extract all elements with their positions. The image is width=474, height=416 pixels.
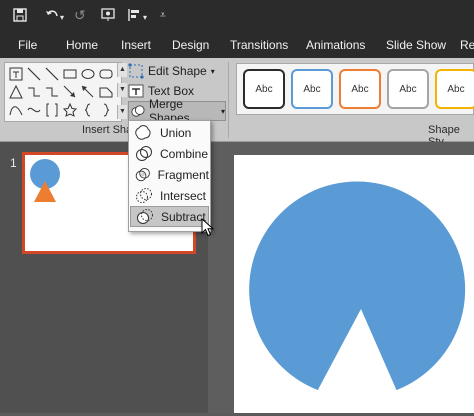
menu-item-label: Subtract [161, 209, 206, 224]
menu-item-union[interactable]: Union [130, 122, 209, 143]
tab-slide-show[interactable]: Slide Show [386, 38, 446, 52]
subtracted-shape[interactable] [234, 155, 474, 413]
slide-editor[interactable] [234, 155, 474, 413]
shape-styles-gallery[interactable]: Abc Abc Abc Abc Abc [236, 63, 474, 115]
ribbon-tabs: File Home Insert Design Transitions Anim… [0, 30, 474, 58]
tab-animations[interactable]: Animations [306, 38, 365, 52]
undo-icon[interactable] [44, 7, 60, 26]
present-icon[interactable] [100, 7, 116, 26]
save-icon[interactable] [12, 7, 28, 26]
rectangle-shape-icon[interactable] [63, 67, 77, 81]
shape-style-swatch[interactable]: Abc [243, 69, 285, 109]
oval-shape-icon[interactable] [81, 67, 95, 81]
menu-item-subtract[interactable]: Subtract [130, 206, 209, 227]
gallery-scroll-down-icon[interactable]: ▼ [117, 83, 127, 97]
merge-shapes-icon [131, 105, 145, 117]
tab-file[interactable]: File [18, 38, 37, 52]
elbow-connector-shape-icon[interactable] [27, 85, 41, 99]
arrow-shape-icon[interactable] [81, 85, 95, 99]
curve-shape-icon[interactable] [27, 103, 41, 117]
combine-icon [136, 145, 152, 161]
shapes-gallery[interactable]: ▲ ▼ ▼ [4, 62, 127, 122]
shape-style-swatch[interactable]: Abc [339, 69, 381, 109]
text-box-icon [128, 84, 144, 98]
rounded-rectangle-shape-icon[interactable] [99, 67, 113, 81]
menu-item-intersect[interactable]: Intersect [130, 185, 209, 206]
subtract-icon [137, 208, 153, 224]
bracket-shape-icon[interactable] [45, 103, 59, 117]
undo-dropdown-icon[interactable]: ▾ [60, 10, 64, 26]
brace-shape-icon[interactable] [99, 103, 113, 117]
elbow-connector-shape-icon[interactable] [45, 85, 59, 99]
union-icon [135, 124, 151, 140]
shape-style-swatch[interactable]: Abc [387, 69, 429, 109]
menu-item-fragment[interactable]: Fragment [130, 164, 209, 185]
edit-shape-button[interactable]: Edit Shape ▾ [128, 61, 215, 81]
tab-home[interactable]: Home [66, 38, 98, 52]
brace-shape-icon[interactable] [81, 103, 95, 117]
menu-item-label: Intersect [160, 188, 207, 203]
layout-dropdown-icon[interactable]: ▾ [143, 10, 147, 26]
menu-item-label: Union [160, 125, 192, 140]
customize-icon[interactable]: ⩡ [160, 8, 166, 24]
curve-shape-icon[interactable] [9, 103, 23, 117]
triangle-shape-icon[interactable] [9, 85, 23, 99]
tab-transitions[interactable]: Transitions [230, 38, 288, 52]
gallery-more-icon[interactable]: ▼ [117, 105, 127, 119]
ribbon: ▲ ▼ ▼ Edit Shape ▾ Text Box Merge Shapes… [0, 58, 474, 148]
chevron-down-icon: ▾ [220, 106, 225, 116]
menu-item-label: Fragment [157, 167, 209, 182]
tab-review[interactable]: Re [460, 38, 474, 52]
shape-style-swatch[interactable]: Abc [291, 69, 333, 109]
insert-shapes-group-label: Insert Sha [82, 124, 133, 136]
edit-shape-label: Edit Shape [148, 64, 207, 78]
line-shape-icon[interactable] [27, 67, 41, 81]
star-shape-icon[interactable] [63, 103, 77, 117]
menu-item-combine[interactable]: Combine [130, 143, 209, 164]
gallery-scroll-up-icon[interactable]: ▲ [117, 63, 127, 77]
mouse-cursor-icon [201, 218, 215, 237]
textbox-shape-icon[interactable] [9, 67, 23, 81]
freeform-shape-icon[interactable] [99, 85, 113, 99]
edit-shape-icon [128, 63, 144, 79]
tab-insert[interactable]: Insert [121, 38, 151, 52]
text-box-label: Text Box [148, 84, 195, 98]
line-shape-icon[interactable] [45, 67, 59, 81]
intersect-icon [136, 187, 152, 203]
ribbon-separator [228, 62, 229, 138]
slide-number: 1 [10, 156, 17, 170]
fragment-icon [135, 167, 150, 181]
tab-design[interactable]: Design [172, 38, 209, 52]
layout-icon[interactable] [126, 7, 142, 26]
merge-shapes-menu: Union Combine Fragment Intersect Subtrac… [128, 120, 211, 232]
quick-access-toolbar: ▾ ↺ ▾ ⩡ [0, 0, 474, 30]
shape-style-swatch[interactable]: Abc [435, 69, 474, 109]
redo-icon[interactable]: ↺ [74, 7, 86, 23]
chevron-down-icon: ▾ [210, 66, 215, 76]
merge-shapes-button[interactable]: Merge Shapes ▾ [128, 97, 226, 125]
menu-item-label: Combine [160, 146, 209, 161]
arrow-shape-icon[interactable] [63, 85, 77, 99]
